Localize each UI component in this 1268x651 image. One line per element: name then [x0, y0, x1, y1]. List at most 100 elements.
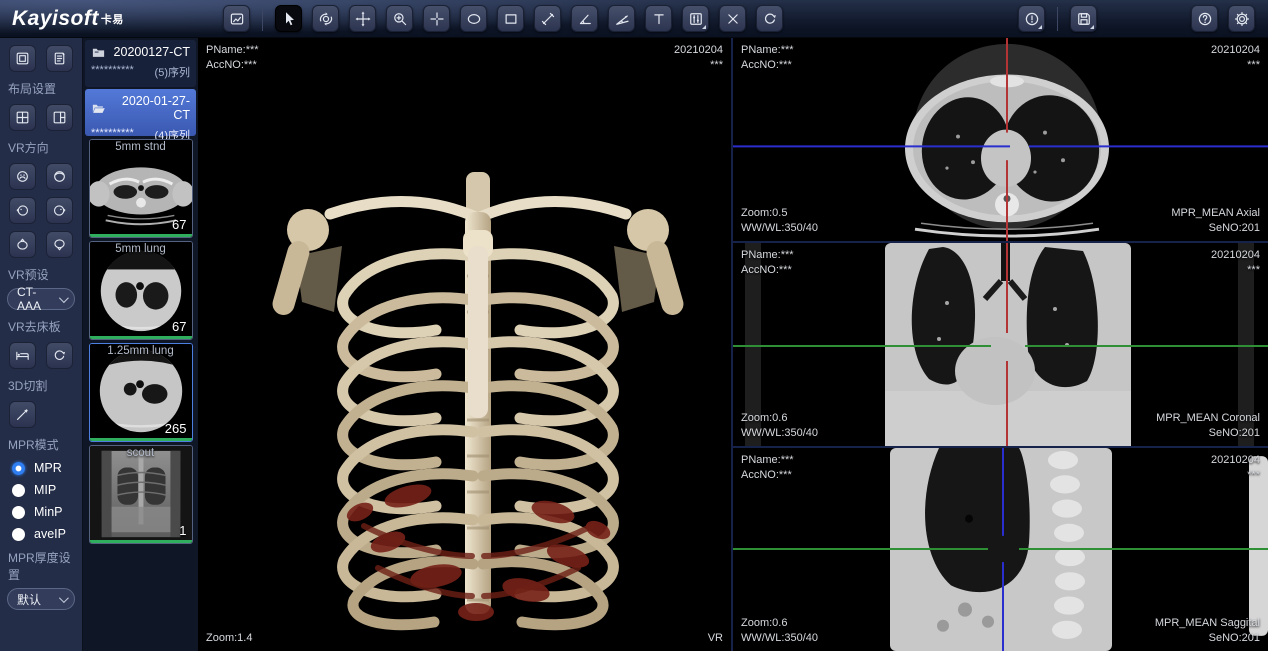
image-info-button[interactable] [1018, 5, 1045, 32]
axial-type-overlay: MPR_MEAN AxialSeNO:201 [1171, 206, 1260, 236]
vr-date: 20210204 [674, 43, 723, 58]
rotate-3d-tool-button[interactable] [312, 5, 339, 32]
thumbnail-image-count: 67 [172, 319, 186, 334]
dicom-viewer-window: Kayisoft卡易 [0, 0, 1268, 651]
coronal-zoom-overlay: Zoom:0.6WW/WL:350/40 [741, 411, 818, 441]
axial-viewport[interactable]: PName:***AccNO:*** 20210204*** Zoom:0.5W… [733, 38, 1268, 241]
rectangle-roi-button[interactable] [497, 5, 524, 32]
mpr-thickness-select[interactable]: 默认 [7, 588, 75, 610]
coronal-viewport[interactable]: PName:***AccNO:*** 20210204*** Zoom:0.6W… [733, 243, 1268, 446]
vr-preset-select[interactable]: CT-AAA [7, 288, 75, 310]
ellipse-roi-button[interactable] [460, 5, 487, 32]
layout-series-button[interactable] [9, 45, 36, 72]
export-image-button[interactable] [223, 5, 250, 32]
window-level-button[interactable] [682, 5, 709, 32]
mpr-mode-label: MPR模式 [8, 436, 82, 453]
series-thumbnail-125mm-lung[interactable]: 1.25mm lung 265 [89, 343, 193, 442]
layout-report-button[interactable] [46, 45, 73, 72]
vr-pname: PName:*** [206, 43, 259, 58]
chevron-down-icon [59, 293, 69, 303]
save-button[interactable] [1070, 5, 1097, 32]
mpr-mode-option-minp[interactable]: MinP [12, 505, 82, 519]
cut-3d-label: 3D切割 [8, 377, 82, 394]
zoom-tool-button[interactable] [386, 5, 413, 32]
crosshair-tool-button[interactable] [423, 5, 450, 32]
measure-line-icon [539, 10, 557, 28]
study-item-1[interactable]: 20200127-CT ********** (5)序列 [85, 40, 196, 87]
left-sidebar: 布局设置 VR方向 VR预设 CT-AAA V [0, 38, 83, 651]
thumbnail-image-count: 1 [179, 523, 186, 538]
mpr-mode-option-mip[interactable]: MIP [12, 483, 82, 497]
angle-tool-button[interactable] [571, 5, 598, 32]
main-area: 布局设置 VR方向 VR预设 CT-AAA V [0, 38, 1268, 651]
pan-tool-button[interactable] [349, 5, 376, 32]
grid-2x2-layout-button[interactable] [9, 104, 36, 131]
vr-accno: AccNO:*** [206, 58, 259, 73]
remove-bed-button[interactable] [9, 342, 36, 369]
vr-view-right-button[interactable] [46, 197, 73, 224]
vr-ribcage-rendering [268, 156, 688, 634]
vr-view-anterior-button[interactable] [9, 163, 36, 190]
mpr-mode-option-mpr[interactable]: MPR [12, 461, 82, 475]
gear-icon [1233, 10, 1251, 28]
rotate-3d-icon [317, 10, 335, 28]
help-button[interactable] [1191, 5, 1218, 32]
save-icon [1075, 10, 1093, 28]
reset-view-button[interactable] [756, 5, 783, 32]
thumbnail-label: 5mm stnd [90, 141, 192, 153]
radio-icon [12, 484, 25, 497]
coronal-type-overlay: MPR_MEAN CoronalSeNO:201 [1156, 411, 1260, 441]
sagittal-viewport[interactable]: PName:***AccNO:*** 20210204*** Zoom:0.6W… [733, 448, 1268, 651]
cobb-angle-icon [613, 10, 631, 28]
vr-masked: *** [674, 58, 723, 73]
crosshair-icon [428, 10, 446, 28]
vr-bed-reset-button[interactable] [46, 342, 73, 369]
series-thumbnail-scout[interactable]: scout 1 [89, 445, 193, 544]
thumbnail-progress-bar [90, 540, 192, 543]
mpr-mode-option-aveip[interactable]: aveIP [12, 527, 82, 541]
series-thumbnail-5mm-lung[interactable]: 5mm lung 67 [89, 241, 193, 340]
series-panel: 20200127-CT ********** (5)序列 2020-01-27-… [83, 38, 198, 651]
vr-patient-overlay: PName:*** AccNO:*** [206, 43, 259, 73]
vr-view-inferior-button[interactable] [46, 231, 73, 258]
vr-preset-value: CT-AAA [17, 285, 59, 313]
mpr-mode-option-label: aveIP [34, 527, 66, 541]
reset-icon [51, 347, 68, 364]
split-right-layout-button[interactable] [46, 104, 73, 131]
ellipse-icon [465, 10, 483, 28]
bed-icon [14, 347, 31, 364]
vr-viewport[interactable]: PName:*** AccNO:*** 20210204 *** Zoom:1.… [198, 38, 731, 651]
angle-icon [576, 10, 594, 28]
text-annotation-button[interactable] [645, 5, 672, 32]
thumbnail-label: 1.25mm lung [90, 345, 192, 357]
zoom-in-icon [391, 10, 409, 28]
chevron-down-icon [59, 593, 69, 603]
grid-2x2-icon [14, 109, 31, 126]
mpr-thickness-value: 默认 [17, 591, 41, 608]
scalpel-button[interactable] [9, 401, 36, 428]
close-icon [724, 10, 742, 28]
cobb-angle-button[interactable] [608, 5, 635, 32]
settings-button[interactable] [1228, 5, 1255, 32]
delete-annotation-button[interactable] [719, 5, 746, 32]
thumbnail-image-count: 67 [172, 217, 186, 232]
info-icon [1023, 10, 1041, 28]
coronal-study-overlay: 20210204*** [1211, 248, 1260, 278]
coronal-patient-overlay: PName:***AccNO:*** [741, 248, 794, 278]
measure-line-button[interactable] [534, 5, 561, 32]
toolbar-right-group [1013, 5, 1102, 32]
cursor-tool-button[interactable] [275, 5, 302, 32]
window-level-icon [687, 10, 705, 28]
folder-icon [91, 46, 106, 59]
vr-view-left-button[interactable] [9, 197, 36, 224]
help-icon [1196, 10, 1214, 28]
vr-view-posterior-button[interactable] [46, 163, 73, 190]
series-thumbnail-5mm-stnd[interactable]: 5mm stnd 67 [89, 139, 193, 238]
thumbnail-progress-bar [90, 438, 192, 441]
sagittal-patient-overlay: PName:***AccNO:*** [741, 453, 794, 483]
study-patient-masked: ********** [91, 64, 134, 80]
study-item-2[interactable]: 2020-01-27-CT ********** (4)序列 [85, 89, 196, 136]
vr-view-superior-button[interactable] [9, 231, 36, 258]
toolbar-corner-group [1186, 5, 1260, 32]
reset-icon [761, 10, 779, 28]
